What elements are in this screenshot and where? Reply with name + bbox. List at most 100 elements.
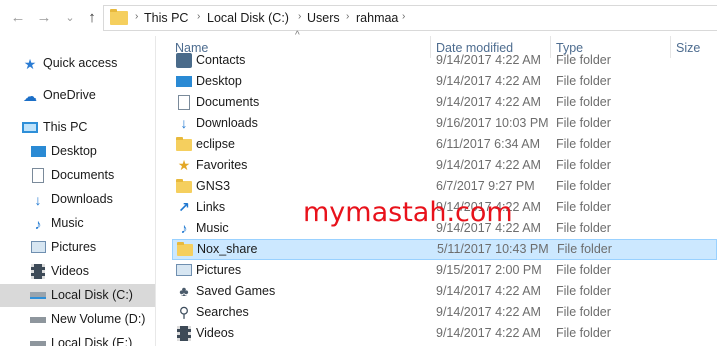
- file-date: 9/14/2017 4:22 AM: [436, 158, 541, 172]
- breadcrumb-rahmaa[interactable]: rahmaa: [356, 11, 398, 25]
- desktop-icon: [176, 76, 192, 87]
- list-item[interactable]: ⚲ Searches 9/14/2017 4:22 AM File folder: [172, 302, 717, 323]
- sidebar-item-new-volume-d[interactable]: New Volume (D:): [0, 308, 155, 331]
- breadcrumb-this-pc[interactable]: This PC: [144, 11, 188, 25]
- list-item[interactable]: ★ Favorites 9/14/2017 4:22 AM File folde…: [172, 155, 717, 176]
- file-type: File folder: [556, 116, 611, 130]
- breadcrumb-separator[interactable]: ›: [402, 11, 405, 22]
- list-item[interactable]: Documents 9/14/2017 4:22 AM File folder: [172, 92, 717, 113]
- sidebar-item-documents[interactable]: Documents: [0, 164, 155, 187]
- forward-arrow-icon[interactable]: →: [36, 9, 52, 27]
- address-bar[interactable]: › This PC › Local Disk (C:) › Users › ra…: [103, 5, 717, 31]
- sidebar-item-label: Videos: [51, 264, 89, 278]
- file-name: Favorites: [196, 158, 248, 172]
- breadcrumb-users[interactable]: Users: [307, 11, 340, 25]
- music-note-icon: ♪: [34, 216, 42, 232]
- file-name: Desktop: [196, 74, 242, 88]
- sidebar-item-this-pc[interactable]: This PC: [0, 116, 155, 139]
- file-type: File folder: [556, 53, 611, 67]
- file-name: Links: [196, 200, 226, 214]
- watermark-text: mymastah.com: [303, 197, 513, 228]
- desktop-icon: [31, 146, 46, 157]
- sidebar-item-local-disk-c[interactable]: Local Disk (C:): [0, 284, 155, 307]
- file-name: Downloads: [196, 116, 258, 130]
- file-date: 9/14/2017 4:22 AM: [436, 53, 541, 67]
- sidebar-item-label: Local Disk (E:): [51, 336, 133, 346]
- monitor-icon: [22, 122, 38, 133]
- recent-locations-chevron-icon[interactable]: ⌄: [62, 9, 78, 27]
- file-name: GNS3: [196, 179, 231, 193]
- documents-icon: [32, 168, 44, 183]
- sidebar-item-music[interactable]: ♪ Music: [0, 212, 155, 235]
- sidebar-item-local-disk-e[interactable]: Local Disk (E:): [0, 332, 155, 346]
- sidebar-item-videos[interactable]: Videos: [0, 260, 155, 283]
- sidebar-item-quick-access[interactable]: ★ Quick access: [0, 52, 155, 75]
- folder-icon: [176, 137, 192, 151]
- pane-divider[interactable]: [155, 36, 156, 346]
- sidebar-item-label: Pictures: [51, 240, 97, 254]
- file-type: File folder: [556, 305, 611, 319]
- sidebar-item-pictures[interactable]: Pictures: [0, 236, 155, 259]
- list-item[interactable]: Desktop 9/14/2017 4:22 AM File folder: [172, 71, 717, 92]
- cloud-icon: ☁: [23, 88, 37, 104]
- file-name: Pictures: [196, 263, 242, 277]
- list-item[interactable]: ♣ Saved Games 9/14/2017 4:22 AM File fol…: [172, 281, 717, 302]
- list-item-selected[interactable]: Nox_share 5/11/2017 10:43 PM File folder: [172, 239, 717, 260]
- sidebar-item-label: Downloads: [51, 192, 113, 206]
- file-name: Documents: [196, 95, 260, 109]
- folder-icon: [110, 9, 128, 25]
- breadcrumb-local-disk-c[interactable]: Local Disk (C:): [207, 11, 289, 25]
- up-arrow-icon[interactable]: ↑: [84, 9, 100, 27]
- film-icon: [177, 326, 191, 341]
- sidebar-item-label: Desktop: [51, 144, 97, 158]
- sidebar-item-label: Documents: [51, 168, 115, 182]
- file-date: 9/14/2017 4:22 AM: [436, 305, 541, 319]
- breadcrumb-separator[interactable]: ›: [346, 11, 349, 22]
- file-name: Videos: [196, 326, 234, 340]
- file-type: File folder: [556, 158, 611, 172]
- file-date: 9/15/2017 2:00 PM: [436, 263, 542, 277]
- file-date: 9/14/2017 4:22 AM: [436, 326, 541, 340]
- star-icon: ★: [23, 56, 37, 72]
- sidebar-item-label: Music: [51, 216, 84, 230]
- pictures-icon: [176, 264, 192, 276]
- list-item[interactable]: Videos 9/14/2017 4:22 AM File folder: [172, 323, 717, 344]
- list-item[interactable]: ↓ Downloads 9/16/2017 10:03 PM File fold…: [172, 113, 717, 134]
- list-item[interactable]: eclipse 6/11/2017 6:34 AM File folder: [172, 134, 717, 155]
- list-item[interactable]: Pictures 9/15/2017 2:00 PM File folder: [172, 260, 717, 281]
- file-name: eclipse: [196, 137, 235, 151]
- navigation-pane: ★ Quick access ☁ OneDrive This PC Deskto…: [0, 36, 155, 346]
- folder-icon: [176, 179, 192, 193]
- saved-games-icon: ♣: [179, 283, 189, 299]
- list-item[interactable]: Contacts 9/14/2017 4:22 AM File folder: [172, 53, 717, 71]
- breadcrumb-separator[interactable]: ›: [298, 11, 301, 22]
- sidebar-item-label: Quick access: [43, 56, 118, 70]
- file-date: 6/11/2017 6:34 AM: [436, 137, 541, 151]
- file-type: File folder: [556, 95, 611, 109]
- sidebar-item-onedrive[interactable]: ☁ OneDrive: [0, 84, 155, 107]
- back-arrow-icon[interactable]: ←: [10, 9, 26, 27]
- file-date: 9/14/2017 4:22 AM: [436, 95, 541, 109]
- breadcrumb-separator[interactable]: ›: [197, 11, 200, 22]
- sidebar-item-label: New Volume (D:): [51, 312, 146, 326]
- drive-icon: [30, 317, 46, 323]
- contacts-icon: [176, 53, 192, 68]
- star-icon: ★: [177, 157, 191, 173]
- file-type: File folder: [556, 326, 611, 340]
- file-date: 6/7/2017 9:27 PM: [436, 179, 535, 193]
- file-date: 9/14/2017 4:22 AM: [436, 284, 541, 298]
- sidebar-item-label: This PC: [43, 120, 88, 134]
- music-note-icon: ♪: [180, 220, 188, 236]
- sidebar-item-label: OneDrive: [43, 88, 96, 102]
- file-date: 9/14/2017 4:22 AM: [436, 74, 541, 88]
- sidebar-item-downloads[interactable]: ↓ Downloads: [0, 188, 155, 211]
- search-icon: ⚲: [178, 304, 190, 320]
- list-item[interactable]: GNS3 6/7/2017 9:27 PM File folder: [172, 176, 717, 197]
- file-date: 5/11/2017 10:43 PM: [437, 242, 549, 256]
- sidebar-item-desktop[interactable]: Desktop: [0, 140, 155, 163]
- file-type: File folder: [556, 200, 611, 214]
- download-icon: ↓: [180, 115, 188, 131]
- file-name: Searches: [196, 305, 249, 319]
- file-type: File folder: [557, 242, 612, 256]
- breadcrumb-separator[interactable]: ›: [135, 11, 138, 22]
